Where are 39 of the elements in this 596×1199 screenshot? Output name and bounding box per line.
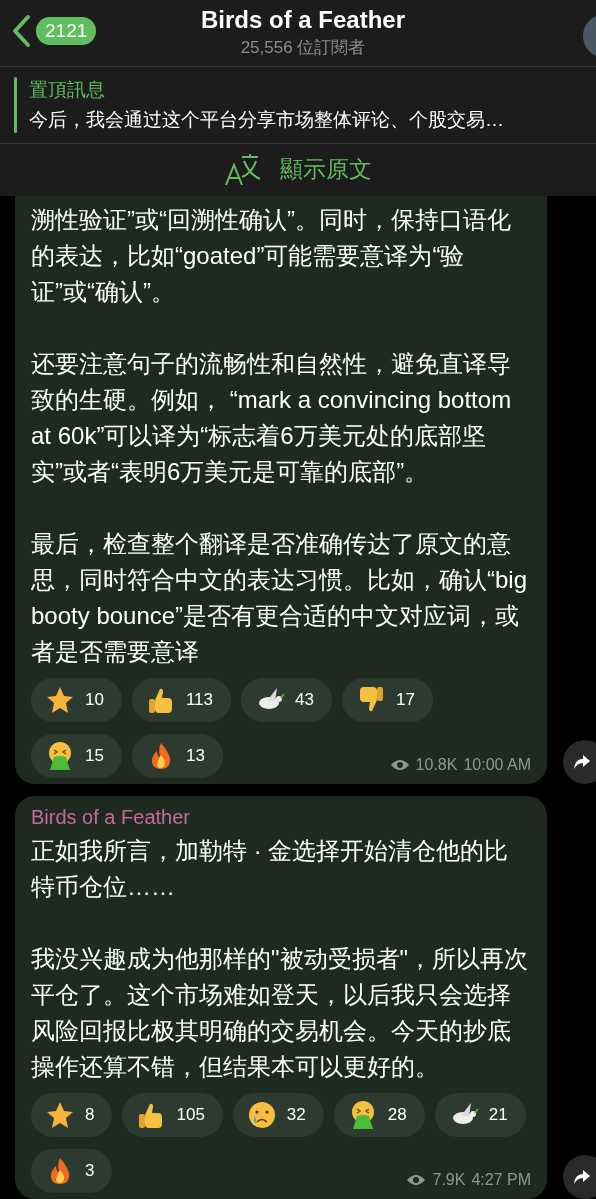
subscriber-count: 25,556 位訂閱者 — [240, 37, 366, 59]
reaction-chip[interactable]: 32 — [232, 1093, 324, 1137]
pinned-label[interactable]: 置頂訊息 — [29, 76, 504, 103]
reaction-chip[interactable]: 17 — [341, 678, 433, 722]
sender-name[interactable]: Birds of a Feather — [31, 806, 531, 829]
translate-icon — [224, 152, 262, 187]
show-original-button[interactable]: 顯示原文 — [280, 154, 372, 186]
unread-badge: 2121 — [36, 17, 97, 45]
crying-face-icon — [246, 1100, 277, 1130]
share-button[interactable] — [563, 1155, 596, 1199]
reaction-chip[interactable]: 105 — [122, 1093, 223, 1137]
reaction-chip[interactable]: 113 — [131, 678, 232, 722]
reaction-chip[interactable]: 15 — [31, 734, 122, 778]
message-text: 最后，检查整个翻译是否准确传达了原文的意思，同时符合中文的表达习惯。比如，确认“big booty bounce”是否有更合适的中文对应词，或者是否需要意译 — [31, 529, 529, 667]
message-text: 我没兴趣成为他那样的"被动受损者"，所以再次平仓了。这个市场难如登天，以后我只会选择风险回报比极其明确的交易机会。今天的抄底操作还算不错，但结果本可以更好的。 — [31, 944, 530, 1082]
star-icon — [45, 1100, 75, 1130]
back-icon[interactable] — [10, 14, 32, 48]
reaction-chip[interactable]: 13 — [131, 734, 223, 778]
message-text: 溯性验证”或“回溯性确认”。同时，保持口语化的表达，比如“goated”可能需要意译为“验证”或“确认”。 — [31, 205, 512, 307]
share-icon — [573, 1169, 591, 1185]
reaction-chip[interactable]: 43 — [241, 678, 332, 722]
reaction-chip[interactable]: 28 — [333, 1093, 425, 1137]
message-time: 10:00 AM — [463, 756, 531, 774]
message-text: 正如我所言，加勒特 · 金选择开始清仓他的比特币仓位…… — [31, 836, 510, 902]
reaction-chip[interactable]: 21 — [434, 1093, 526, 1137]
pinned-message[interactable]: 今后，我会通过这个平台分享市场整体评论、个股交易… — [29, 106, 504, 133]
channel-title: Birds of a Feather — [200, 6, 405, 34]
share-icon — [573, 754, 591, 770]
message-text: 还要注意句子的流畅性和自然性，避免直译导致的生硬。例如， “mark a convincing bottom at 60k”可以译为“标志着6万美元处的底部坚实”或者“表明6万美元是可靠的底部”。 — [31, 349, 513, 487]
star-icon — [45, 685, 75, 715]
reaction-chip[interactable]: 8 — [31, 1093, 113, 1137]
reaction-chip[interactable]: 10 — [31, 678, 122, 722]
view-count: 7.9K — [432, 1171, 466, 1189]
reaction-chip[interactable]: 3 — [31, 1149, 113, 1193]
message-time: 4:27 PM — [471, 1171, 531, 1189]
share-button[interactable] — [563, 740, 596, 784]
eye-icon — [389, 758, 410, 772]
view-count: 10.8K — [415, 756, 458, 774]
eye-icon — [406, 1173, 427, 1187]
